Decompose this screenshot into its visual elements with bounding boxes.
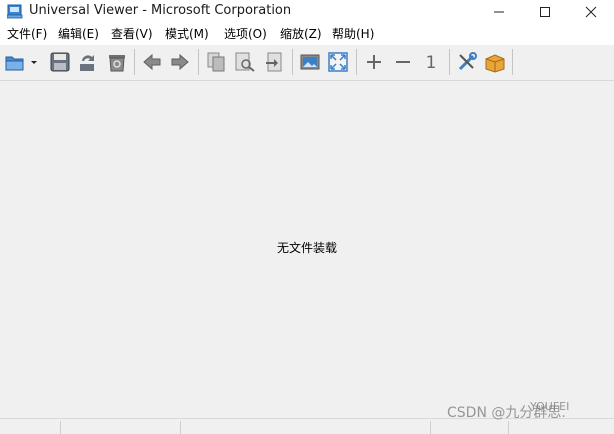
toolbar-separator — [134, 49, 135, 75]
copy-icon — [207, 52, 225, 72]
menu-zoom[interactable]: 缩放(Z) — [280, 26, 322, 42]
zoom-out-button[interactable] — [392, 51, 414, 73]
tools-button[interactable] — [456, 51, 478, 73]
zoom-out-icon — [396, 61, 410, 63]
original-size-button[interactable]: 1 — [420, 51, 442, 73]
viewer-area[interactable]: 无文件装载 — [0, 81, 614, 418]
back-button[interactable] — [141, 51, 163, 73]
watermark-brand: YOUFEI — [530, 400, 570, 413]
minimize-button[interactable] — [476, 0, 522, 23]
status-separator — [180, 421, 181, 434]
tools-icon — [458, 52, 477, 71]
toolbar-separator — [292, 49, 293, 75]
reload-button[interactable] — [77, 51, 99, 73]
menu-mode[interactable]: 模式(M) — [165, 26, 209, 42]
save-icon — [50, 52, 70, 72]
image-view-icon — [300, 54, 320, 70]
recycle-bin-icon — [109, 55, 125, 72]
app-icon — [7, 4, 23, 19]
menu-edit[interactable]: 编辑(E) — [58, 26, 99, 42]
title-bar: Universal Viewer - Microsoft Corporation — [0, 0, 614, 23]
zoom-in-icon — [367, 55, 381, 69]
original-size-icon: 1 — [426, 53, 437, 73]
toolbar: 1 — [0, 45, 614, 81]
open-folder-icon — [5, 56, 24, 71]
copy-button[interactable] — [205, 51, 227, 73]
toolbar-separator — [512, 49, 513, 75]
goto-icon — [266, 52, 282, 72]
maximize-icon — [540, 6, 550, 17]
status-separator — [508, 421, 509, 434]
save-button[interactable] — [49, 51, 71, 73]
menu-file[interactable]: 文件(F) — [7, 26, 47, 42]
menu-options[interactable]: 选项(O) — [224, 26, 267, 42]
find-icon — [235, 52, 255, 72]
zoom-in-button[interactable] — [363, 51, 385, 73]
no-file-message: 无文件装载 — [276, 241, 337, 255]
window-title: Universal Viewer - Microsoft Corporation — [29, 3, 292, 18]
close-icon — [585, 6, 597, 17]
goto-button[interactable] — [263, 51, 285, 73]
dropdown-arrow-icon — [31, 61, 37, 64]
back-arrow-icon — [143, 53, 161, 71]
open-button[interactable] — [4, 51, 26, 73]
forward-arrow-icon — [171, 53, 189, 71]
menu-view[interactable]: 查看(V) — [111, 26, 153, 42]
maximize-button[interactable] — [522, 0, 568, 23]
toolbar-separator — [198, 49, 199, 75]
fit-window-icon — [328, 52, 348, 72]
close-button[interactable] — [568, 0, 614, 23]
menu-help[interactable]: 帮助(H) — [332, 26, 374, 42]
forward-button[interactable] — [169, 51, 191, 73]
menu-bar: 文件(F) 编辑(E) 查看(V) 模式(M) 选项(O) 缩放(Z) 帮助(H… — [0, 23, 614, 45]
plugin-box-icon — [485, 54, 505, 73]
status-separator — [430, 421, 431, 434]
find-button[interactable] — [234, 51, 256, 73]
toolbar-separator — [449, 49, 450, 75]
plugin-button[interactable] — [484, 51, 506, 73]
image-view-button[interactable] — [299, 51, 321, 73]
status-separator — [60, 421, 61, 434]
fit-window-button[interactable] — [327, 51, 349, 73]
original-size-label: 1 — [426, 53, 437, 73]
toolbar-separator — [356, 49, 357, 75]
minimize-icon — [494, 11, 504, 12]
reload-icon — [80, 55, 94, 71]
open-dropdown-button[interactable] — [28, 51, 40, 73]
recycle-button[interactable] — [106, 51, 128, 73]
